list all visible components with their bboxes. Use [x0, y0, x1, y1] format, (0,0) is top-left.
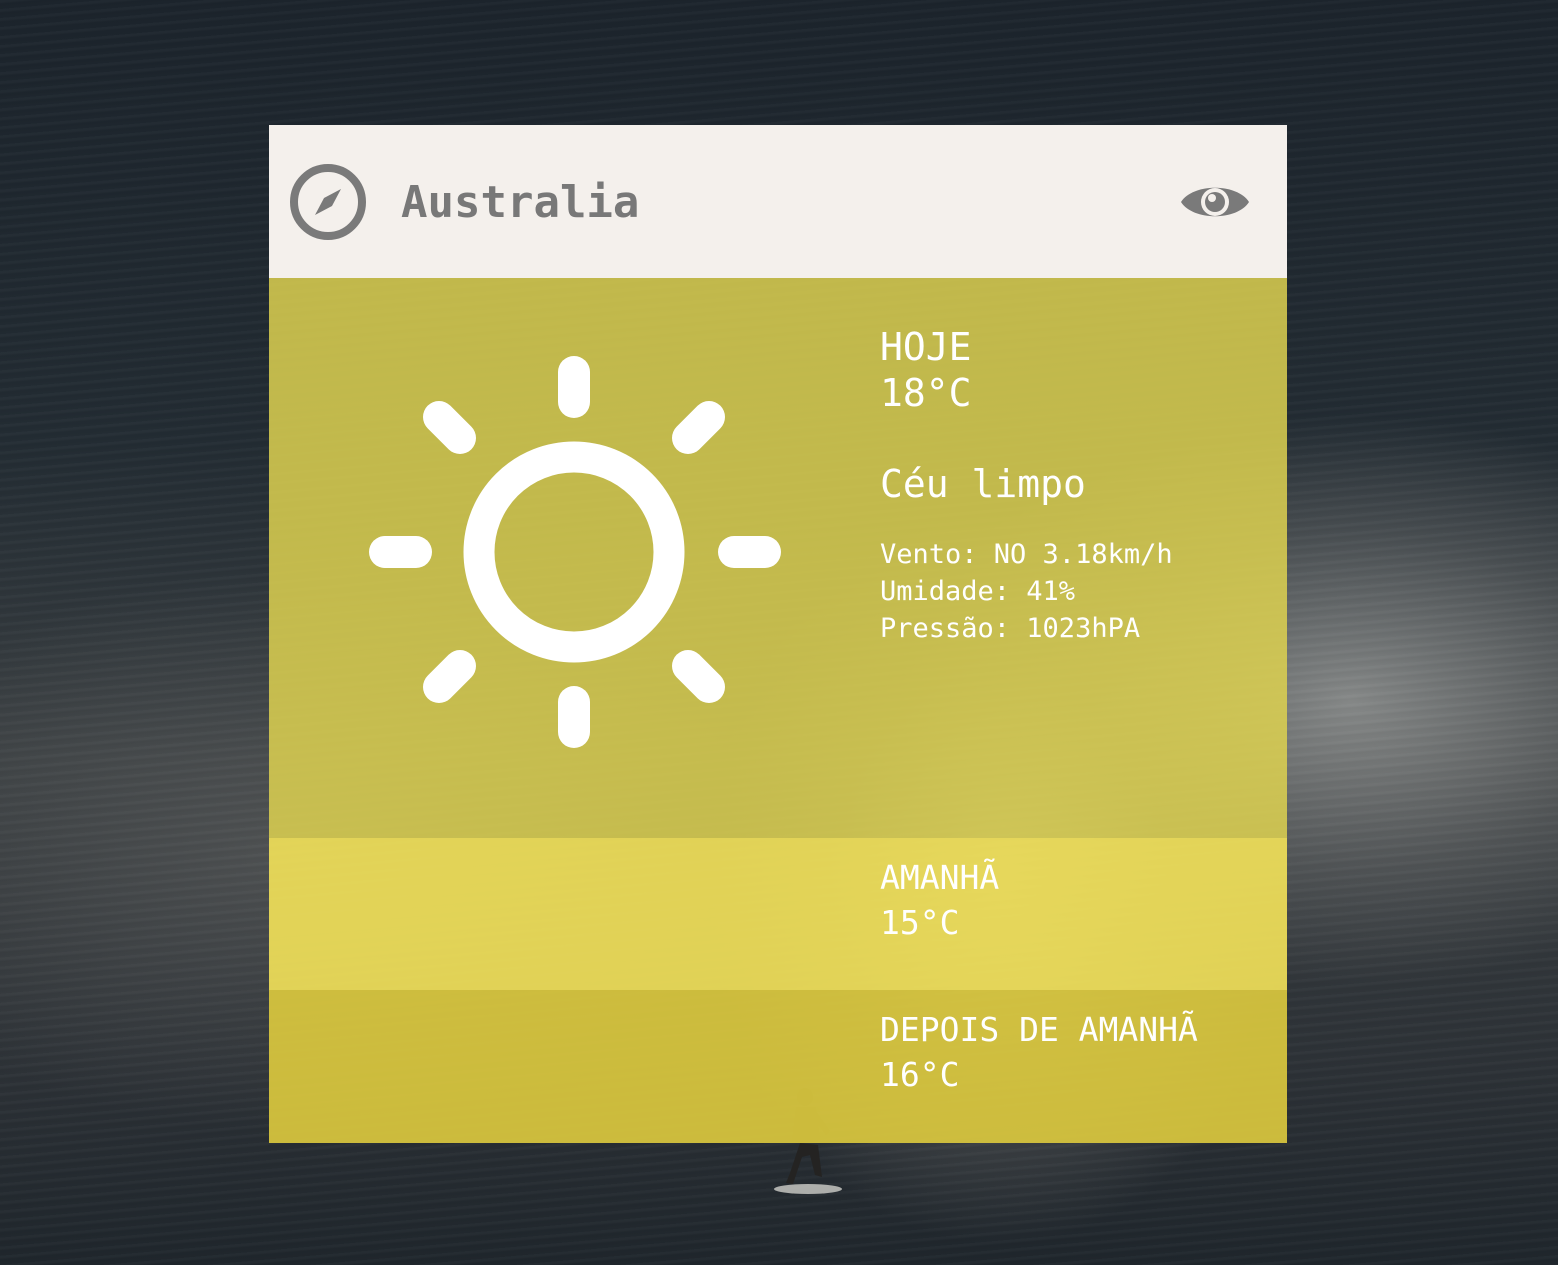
today-temperature: 18°C [880, 371, 972, 415]
day-after-label: DEPOIS DE AMANHÃ [880, 1010, 1198, 1049]
compass-icon [290, 164, 366, 240]
today-label: HOJE [880, 325, 972, 369]
pressure-info: Pressão: 1023hPA [880, 613, 1141, 644]
tomorrow-temperature: 15°C [880, 903, 960, 942]
tomorrow-forecast: AMANHÃ 15°C [269, 838, 1287, 990]
today-forecast: HOJE 18°C Céu limpo Vento: NO 3.18km/h U… [269, 278, 1287, 838]
tomorrow-label: AMANHÃ [880, 858, 1000, 897]
day-after-forecast: DEPOIS DE AMANHÃ 16°C [269, 990, 1287, 1143]
city-name: Australia [401, 177, 640, 228]
weather-widget: Australia HOJE 18°C Céu limpo Vento: NO … [269, 125, 1287, 1143]
wind-info: Vento: NO 3.18km/h [880, 539, 1173, 570]
humidity-info: Umidade: 41% [880, 576, 1076, 607]
day-after-temperature: 16°C [880, 1055, 960, 1094]
today-condition: Céu limpo [880, 462, 1086, 506]
widget-header: Australia [269, 125, 1287, 278]
eye-icon[interactable] [1179, 177, 1251, 227]
sun-icon [369, 356, 781, 748]
